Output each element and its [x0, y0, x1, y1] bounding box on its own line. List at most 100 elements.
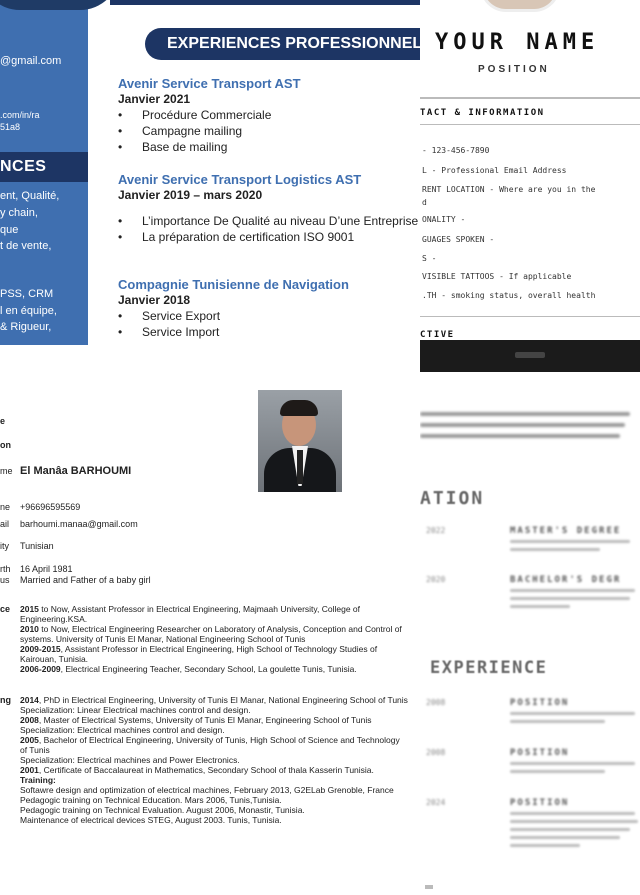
- education-line: 2001, Certificate of Baccalaureat in Mat…: [20, 765, 425, 775]
- objective-heading: CTIVE: [420, 330, 455, 340]
- person-name: El Manâa BARHOUMI: [20, 465, 132, 477]
- email-value: barhoumi.manaa@gmail.com: [20, 519, 138, 529]
- info-line: d: [422, 198, 427, 207]
- nationality-value: Tunisian: [20, 541, 54, 551]
- resume-position: POSITION: [478, 64, 550, 75]
- experience-line: 2015 to Now, Assistant Professor in Elec…: [20, 604, 425, 614]
- education-line: Training:: [20, 775, 425, 785]
- education-line-text: Softawre design and optimization of elec…: [20, 785, 394, 795]
- divider: [420, 124, 640, 125]
- resume-your-name: YOUR NAME POSITION TACT & INFORMATION - …: [420, 0, 640, 345]
- info-line: GUAGES SPOKEN -: [422, 235, 495, 244]
- section-title-experiences: EXPERIENCES PROFESSIONNEL: [145, 28, 425, 60]
- birth-value: 16 April 1981: [20, 564, 73, 574]
- experience-line-text: systems. University of Tunis El Manar, N…: [20, 634, 306, 644]
- experience-line-lead: 2006-2009: [20, 664, 61, 674]
- divider: [420, 97, 640, 99]
- education-line: Specialization: Electrical machines and …: [20, 755, 425, 765]
- field-label: ne: [0, 502, 11, 512]
- job-task: L’importance De Qualité au niveau D’une …: [118, 213, 418, 229]
- experience-line-text: to Now, Assistant Professor in Electrica…: [38, 604, 361, 614]
- education-line: Pedagogic training on Technical Evaluati…: [20, 805, 425, 815]
- info-line: - 123-456-7890: [422, 146, 490, 155]
- experience-line-lead: 2009-2015: [20, 644, 61, 654]
- education-line-text: , Bachelor of Electrical Engineering, Un…: [38, 735, 400, 745]
- education-line-text: Specialization: Electrical machines cont…: [20, 725, 225, 735]
- field-label: us: [0, 575, 10, 585]
- field-label: on: [0, 440, 11, 450]
- education-line: 2008, Master of Electrical Systems, Univ…: [20, 715, 425, 725]
- tools-line: PSS, CRM: [0, 288, 54, 300]
- dark-header-bar: [420, 340, 640, 372]
- job-date: Janvier 2021: [118, 92, 191, 106]
- blurred-paragraph: [420, 412, 640, 452]
- education-line-text: Specialization: Linear Electrical machin…: [20, 705, 251, 715]
- experience-line: 2010 to Now, Electrical Engineering Rese…: [20, 624, 425, 634]
- experience-entry: 2024 POSITION: [420, 798, 640, 858]
- field-label: ce: [0, 604, 11, 614]
- education-line-lead: Training:: [20, 775, 56, 785]
- education-line-text: Maintenance of electrical devices STEG, …: [20, 815, 282, 825]
- education-entry: 2022 MASTER'S DEGREE: [420, 526, 640, 566]
- info-line: ONALITY -: [422, 215, 466, 224]
- job-company: Avenir Service Transport AST: [118, 76, 301, 91]
- field-label: ity: [0, 541, 9, 551]
- education-line-lead: 2005: [20, 735, 39, 745]
- education-line-text: Pedagogic training on Technical Educatio…: [20, 795, 282, 805]
- field-label: rth: [0, 564, 11, 574]
- corner-mark: [425, 885, 433, 889]
- education-line: 2014, PhD in Electrical Engineering, Uni…: [20, 695, 425, 705]
- job-task-list: Procédure Commerciale Campagne mailing B…: [118, 107, 418, 155]
- job-date: Janvier 2018: [118, 293, 191, 307]
- education-line-lead: 2008: [20, 715, 39, 725]
- education-line-text: Pedagogic training on Technical Evaluati…: [20, 805, 305, 815]
- education-line: 2005, Bachelor of Electrical Engineering…: [20, 735, 425, 745]
- job-task: Service Import: [118, 324, 418, 340]
- job-entry: Compagnie Tunisienne de Navigation Janvi…: [118, 277, 418, 340]
- education-entry: 2020 BACHELOR'S DEGR: [420, 575, 640, 615]
- experience-line-lead: 2015: [20, 604, 39, 614]
- experience-line-text: to Now, Electrical Engineering Researche…: [38, 624, 402, 634]
- profile-photo-edge: [480, 0, 560, 12]
- job-company: Avenir Service Transport Logistics AST: [118, 172, 362, 187]
- education-heading: ATION: [420, 488, 485, 509]
- info-line: S -: [422, 254, 437, 263]
- resume-name: YOUR NAME: [435, 30, 600, 55]
- resume-barhoumi: e on me ne ail ity rth us ce ng El Manâa…: [0, 378, 425, 895]
- experience-line-text: Kairouan, Tunisia.: [20, 654, 89, 664]
- phone-value: +96696595569: [20, 502, 81, 512]
- job-task: La préparation de certification ISO 9001: [118, 229, 418, 245]
- education-line-lead: 2014: [20, 695, 39, 705]
- job-entry: Avenir Service Transport AST Janvier 202…: [118, 76, 418, 155]
- job-company: Compagnie Tunisienne de Navigation: [118, 277, 349, 292]
- header-line: [110, 0, 425, 5]
- job-date: Janvier 2019 – mars 2020: [118, 188, 263, 202]
- info-line: .TH - smoking status, overall health: [422, 291, 596, 300]
- field-label: ng: [0, 695, 11, 705]
- skills-line: que: [0, 224, 19, 236]
- job-task: Procédure Commerciale: [118, 107, 418, 123]
- education-paragraph: 2014, PhD in Electrical Engineering, Uni…: [20, 695, 425, 825]
- skills-line: t de vente,: [0, 240, 52, 252]
- education-line-text: Specialization: Electrical machines and …: [20, 755, 240, 765]
- divider: [420, 316, 640, 317]
- experience-paragraph: 2015 to Now, Assistant Professor in Elec…: [20, 604, 425, 674]
- education-line-text: , Certificate of Baccalaureat in Mathema…: [38, 765, 374, 775]
- sidebar-email: @gmail.com: [0, 55, 62, 67]
- status-value: Married and Father of a baby girl: [20, 575, 151, 585]
- resume-blue-sidebar: @gmail.com .com/in/ra 51a8 NCES ent, Qua…: [0, 0, 425, 345]
- experience-line: 2006-2009, Electrical Engineering Teache…: [20, 664, 425, 674]
- education-line: Specialization: Electrical machines cont…: [20, 725, 425, 735]
- experience-entry: 2008 POSITION: [420, 698, 640, 738]
- education-line: Softawre design and optimization of elec…: [20, 785, 425, 795]
- sidebar: @gmail.com .com/in/ra 51a8 NCES ent, Qua…: [0, 0, 120, 345]
- tools-line: l en équipe,: [0, 305, 57, 317]
- field-label: ail: [0, 519, 10, 529]
- field-label: me: [0, 466, 13, 476]
- sidebar-linkedin-line1: .com/in/ra: [0, 110, 40, 120]
- education-line: Specialization: Linear Electrical machin…: [20, 705, 425, 715]
- job-task-list: Service Export Service Import: [118, 308, 418, 340]
- info-line: VISIBLE TATTOOS - If applicable: [422, 272, 572, 281]
- job-task: Service Export: [118, 308, 418, 324]
- experience-heading: EXPERIENCE: [430, 658, 548, 678]
